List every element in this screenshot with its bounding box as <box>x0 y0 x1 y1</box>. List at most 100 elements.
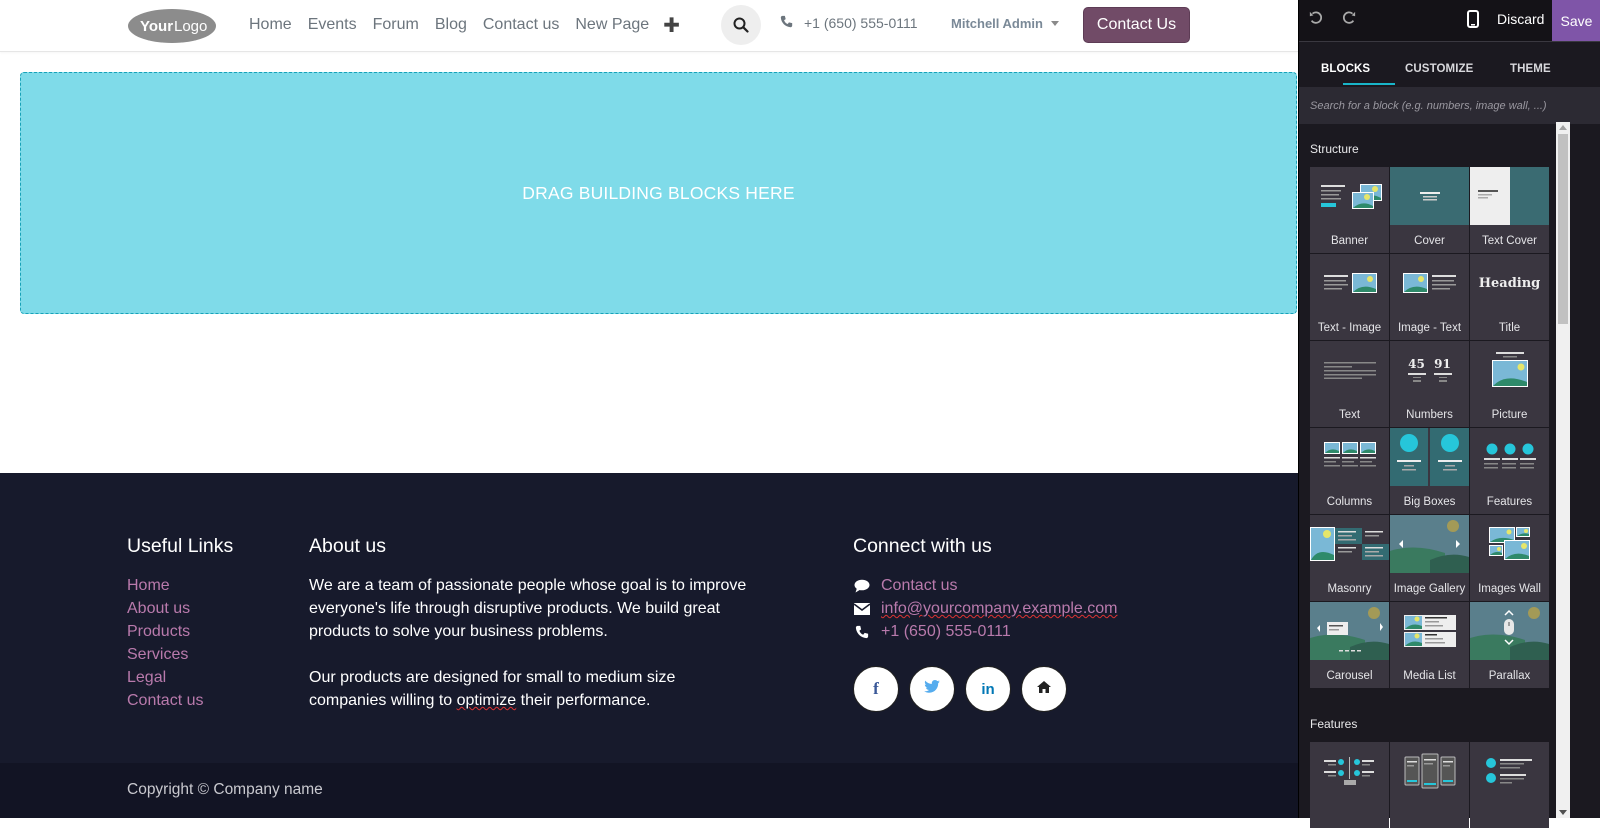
numbers-thumbnail: 45 91 <box>1390 341 1469 399</box>
footer-link-home[interactable]: Home <box>127 574 233 597</box>
contact-us-button[interactable]: Contact Us <box>1083 7 1190 43</box>
section-title-features: Features <box>1310 717 1358 731</box>
header-phone[interactable]: +1 (650) 555-0111 <box>780 15 918 31</box>
footer-link-services[interactable]: Services <box>127 643 233 666</box>
block-image-text[interactable]: Image - Text <box>1390 254 1469 340</box>
block-banner[interactable]: Banner <box>1310 167 1389 253</box>
nav-contact-us[interactable]: Contact us <box>483 16 559 34</box>
search-button[interactable] <box>721 5 761 45</box>
mobile-preview-icon[interactable] <box>1467 10 1481 30</box>
features-blocks-grid <box>1310 742 1549 828</box>
block-parallax[interactable]: Parallax <box>1470 602 1549 688</box>
block-images-wall[interactable]: Images Wall <box>1470 515 1549 601</box>
tab-blocks[interactable]: BLOCKS <box>1321 63 1370 75</box>
facebook-icon: f <box>873 679 879 698</box>
footer-link-products[interactable]: Products <box>127 620 233 643</box>
block-search[interactable] <box>1299 87 1600 124</box>
block-cover[interactable]: Cover <box>1390 167 1469 253</box>
connect-phone[interactable]: +1 (650) 555-0111 <box>853 620 1118 643</box>
site-logo[interactable]: Your Logo <box>127 7 217 44</box>
tab-theme[interactable]: THEME <box>1510 63 1551 75</box>
comment-icon <box>853 579 871 593</box>
panel-scrollbar[interactable] <box>1556 122 1570 818</box>
footer-link-contact[interactable]: Contact us <box>127 689 233 712</box>
features-3-thumbnail <box>1470 742 1549 800</box>
redo-icon[interactable] <box>1342 11 1360 29</box>
twitter-icon <box>924 680 940 698</box>
connect-contact-us[interactable]: Contact us <box>853 574 1118 597</box>
block-masonry[interactable]: Masonry <box>1310 515 1389 601</box>
scrollbar-thumb[interactable] <box>1558 134 1568 324</box>
block-media-list[interactable]: Media List <box>1390 602 1469 688</box>
nav-blog[interactable]: Blog <box>435 16 467 34</box>
nav-home[interactable]: Home <box>249 16 292 34</box>
block-numbers[interactable]: 45 91 Numbers <box>1390 341 1469 427</box>
undo-icon[interactable] <box>1309 11 1327 29</box>
copyright-text: Copyright © Company name <box>127 781 323 798</box>
structure-blocks-grid: Banner Cover Text Cover Text - Image Ima… <box>1310 167 1549 688</box>
block-features-1[interactable] <box>1310 742 1389 828</box>
about-column: About us We are a team of passionate peo… <box>309 535 749 712</box>
header-phone-number: +1 (650) 555-0111 <box>804 15 918 31</box>
discard-button[interactable]: Discard <box>1497 11 1544 27</box>
big-boxes-thumbnail <box>1390 428 1469 486</box>
editor-panel: Discard Save BLOCKS CUSTOMIZE THEME Stru… <box>1298 0 1600 828</box>
svg-text:Your: Your <box>140 18 173 35</box>
picture-thumbnail <box>1470 341 1549 399</box>
drop-zone[interactable]: DRAG BUILDING BLOCKS HERE <box>20 72 1297 314</box>
block-picture[interactable]: Picture <box>1470 341 1549 427</box>
tab-customize[interactable]: CUSTOMIZE <box>1405 63 1473 75</box>
nav-new-page[interactable]: New Page <box>575 16 649 34</box>
connect-email[interactable]: info@yourcompany.example.com <box>853 597 1118 620</box>
nav-events[interactable]: Events <box>308 16 357 34</box>
text-thumbnail <box>1310 341 1389 399</box>
connect-column: Connect with us Contact us info@yourcomp… <box>853 535 1118 712</box>
block-search-input[interactable] <box>1299 87 1600 124</box>
text-cover-thumbnail <box>1470 167 1549 225</box>
footer-link-about[interactable]: About us <box>127 597 233 620</box>
twitter-button[interactable] <box>909 666 955 712</box>
main-nav: Home Events Forum Blog Contact us New Pa… <box>249 0 680 50</box>
block-image-gallery[interactable]: Image Gallery <box>1390 515 1469 601</box>
block-title[interactable]: Heading Title <box>1470 254 1549 340</box>
block-features-2[interactable] <box>1390 742 1469 828</box>
features-1-thumbnail <box>1310 742 1389 800</box>
image-text-thumbnail <box>1390 254 1469 312</box>
block-features[interactable]: Features <box>1470 428 1549 514</box>
phone-icon <box>853 625 871 639</box>
plus-icon[interactable]: ✚ <box>663 13 680 38</box>
carousel-thumbnail <box>1310 602 1389 660</box>
home-icon <box>1037 680 1051 698</box>
about-paragraph-2: Our products are designed for small to m… <box>309 669 676 709</box>
block-text-cover[interactable]: Text Cover <box>1470 167 1549 253</box>
block-text[interactable]: Text <box>1310 341 1389 427</box>
masonry-thumbnail <box>1310 515 1389 573</box>
linkedin-button[interactable]: in <box>965 666 1011 712</box>
home-button[interactable] <box>1021 666 1067 712</box>
editor-tabs: BLOCKS CUSTOMIZE THEME <box>1299 42 1600 87</box>
images-wall-thumbnail <box>1470 515 1549 573</box>
useful-links-title: Useful Links <box>127 535 234 557</box>
nav-forum[interactable]: Forum <box>373 16 419 34</box>
search-icon <box>733 17 749 33</box>
scroll-up-arrow-icon[interactable] <box>1559 125 1567 130</box>
block-big-boxes[interactable]: Big Boxes <box>1390 428 1469 514</box>
editor-toolbar: Discard Save <box>1299 0 1600 42</box>
phone-icon <box>780 15 793 31</box>
about-title: About us <box>309 535 386 557</box>
website-page: Your Logo Home Events Forum Blog Contact… <box>0 0 1298 818</box>
scroll-down-arrow-icon[interactable] <box>1559 810 1567 815</box>
save-button[interactable]: Save <box>1552 0 1600 41</box>
block-columns[interactable]: Columns <box>1310 428 1389 514</box>
block-text-image[interactable]: Text - Image <box>1310 254 1389 340</box>
block-carousel[interactable]: Carousel <box>1310 602 1389 688</box>
footer-link-legal[interactable]: Legal <box>127 666 233 689</box>
facebook-button[interactable]: f <box>853 666 899 712</box>
block-features-3[interactable] <box>1470 742 1549 828</box>
drop-zone-text: DRAG BUILDING BLOCKS HERE <box>522 182 795 203</box>
connect-title: Connect with us <box>853 535 992 557</box>
site-header: Your Logo Home Events Forum Blog Contact… <box>0 0 1298 52</box>
columns-thumbnail <box>1310 428 1389 486</box>
user-menu[interactable]: Mitchell Admin <box>951 16 1059 31</box>
about-paragraph-1: We are a team of passionate people whose… <box>309 577 747 640</box>
